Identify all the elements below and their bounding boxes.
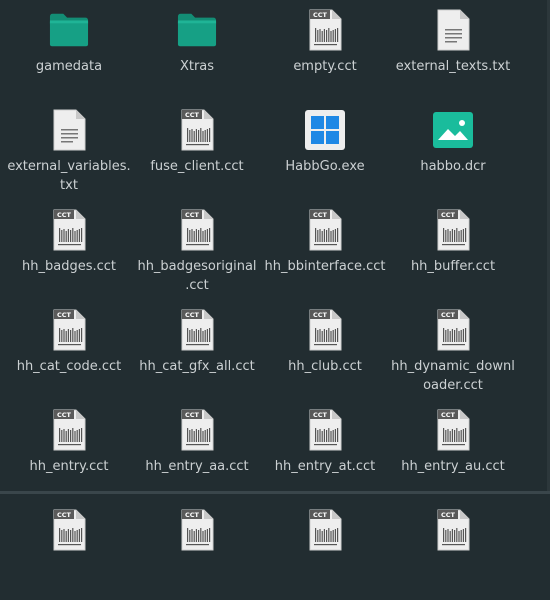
file-item[interactable]: habbo.dcr [389,100,517,200]
cct-file-icon: CCT [49,509,89,551]
file-label: hh_bbinterface.cct [264,259,386,274]
svg-text:CCT: CCT [313,411,328,419]
cct-file-icon: CCT [305,9,345,51]
text-file-icon [49,109,89,151]
file-label: hh_cat_gfx_all.cct [139,359,255,374]
svg-text:CCT: CCT [185,411,200,419]
file-label: hh_buffer.cct [410,259,496,274]
file-item[interactable]: CCT [261,500,389,600]
svg-text:CCT: CCT [185,111,200,119]
file-item[interactable]: CCT hh_badges.cct [5,200,133,300]
file-label: hh_badges.cct [22,259,116,274]
folder-icon [177,10,217,50]
file-item[interactable]: CCT [133,500,261,600]
file-item[interactable]: CCT hh_badgesoriginal .cct [133,200,261,300]
file-item[interactable]: CCT hh_club.cct [261,300,389,400]
svg-text:CCT: CCT [185,311,200,319]
svg-text:CCT: CCT [441,511,456,519]
file-grid: gamedata Xtras CCT empty.cct external_te… [5,0,517,600]
text-file-icon [433,9,473,51]
cct-file-icon: CCT [433,309,473,351]
cct-file-icon: CCT [305,309,345,351]
cct-file-icon: CCT [433,209,473,251]
folder-icon [49,10,89,50]
file-item[interactable]: CCT hh_entry_aa.cct [133,400,261,500]
cct-file-icon: CCT [177,509,217,551]
svg-text:CCT: CCT [313,511,328,519]
file-item[interactable]: CCT hh_cat_gfx_all.cct [133,300,261,400]
file-label: hh_entry.cct [29,459,109,474]
cct-file-icon: CCT [177,309,217,351]
file-item[interactable]: CCT hh_buffer.cct [389,200,517,300]
file-label: HabbGo.exe [285,159,365,174]
file-label: external_variables. txt [7,159,131,193]
svg-text:CCT: CCT [441,311,456,319]
file-item[interactable]: CCT hh_cat_code.cct [5,300,133,400]
svg-text:CCT: CCT [441,411,456,419]
file-label: hh_entry_aa.cct [145,459,249,474]
cct-file-icon: CCT [305,509,345,551]
svg-text:CCT: CCT [57,411,72,419]
file-item[interactable]: CCT empty.cct [261,0,389,100]
svg-text:CCT: CCT [57,511,72,519]
cct-file-icon: CCT [49,309,89,351]
file-item[interactable]: CCT hh_dynamic_downl oader.cct [389,300,517,400]
svg-text:CCT: CCT [57,211,72,219]
cct-file-icon: CCT [433,409,473,451]
file-item[interactable]: external_texts.txt [389,0,517,100]
file-item[interactable]: gamedata [5,0,133,100]
file-item[interactable]: CCT [5,500,133,600]
cct-file-icon: CCT [177,209,217,251]
file-item[interactable]: CCT hh_bbinterface.cct [261,200,389,300]
file-item[interactable]: CCT hh_entry.cct [5,400,133,500]
svg-text:CCT: CCT [185,211,200,219]
svg-text:CCT: CCT [185,511,200,519]
file-label: empty.cct [293,59,357,74]
cct-file-icon: CCT [177,409,217,451]
windows-exe-icon [305,110,345,150]
file-label: external_texts.txt [395,59,511,74]
file-label: fuse_client.cct [150,159,244,174]
cct-file-icon: CCT [433,509,473,551]
file-label: gamedata [35,59,103,74]
file-item[interactable]: CCT hh_entry_au.cct [389,400,517,500]
file-item[interactable]: Xtras [133,0,261,100]
cct-file-icon: CCT [305,209,345,251]
cct-file-icon: CCT [305,409,345,451]
file-label: hh_dynamic_downl oader.cct [391,359,515,393]
file-label: hh_cat_code.cct [16,359,122,374]
svg-text:CCT: CCT [57,311,72,319]
svg-text:CCT: CCT [313,11,328,19]
svg-text:CCT: CCT [441,211,456,219]
file-label: Xtras [179,59,215,74]
file-label: hh_entry_au.cct [401,459,505,474]
cct-file-icon: CCT [177,109,217,151]
file-item[interactable]: external_variables. txt [5,100,133,200]
file-label: hh_club.cct [288,359,362,374]
svg-text:CCT: CCT [313,211,328,219]
file-item[interactable]: CCT fuse_client.cct [133,100,261,200]
file-label: hh_badgesoriginal .cct [137,259,257,293]
cct-file-icon: CCT [49,209,89,251]
file-item[interactable]: HabbGo.exe [261,100,389,200]
svg-text:CCT: CCT [313,311,328,319]
file-item[interactable]: CCT hh_entry_at.cct [261,400,389,500]
file-label: habbo.dcr [420,159,486,174]
cct-file-icon: CCT [49,409,89,451]
image-file-icon [433,110,473,150]
file-item[interactable]: CCT [389,500,517,600]
file-label: hh_entry_at.cct [274,459,376,474]
